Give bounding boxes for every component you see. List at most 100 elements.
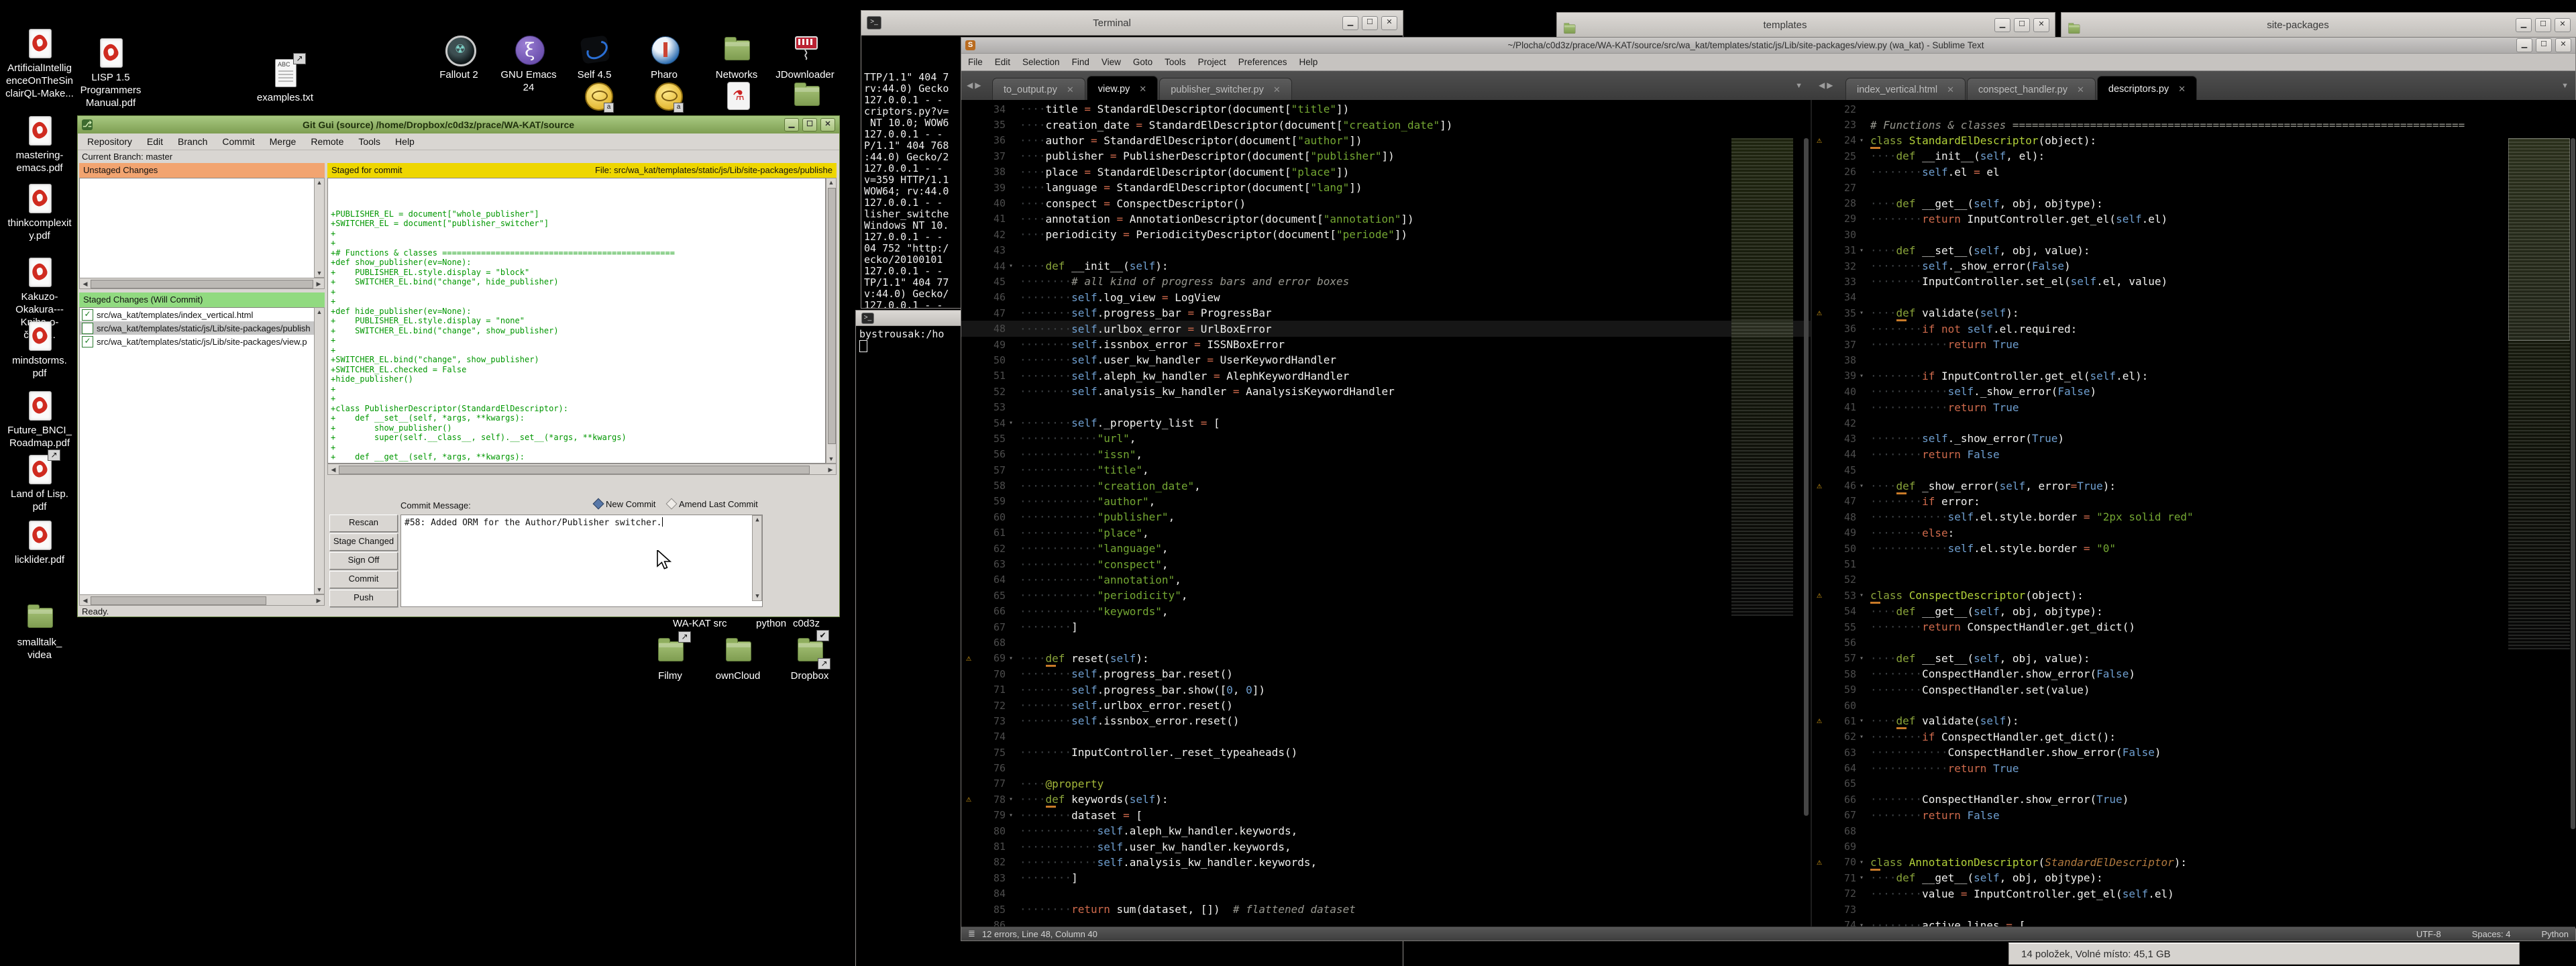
editor-tab[interactable]: to_output.py ✕ [992, 78, 1085, 101]
unstaged-hscrollbar[interactable]: ◀▶ [79, 278, 325, 289]
fold-arrow-icon[interactable]: ▾ [1860, 482, 1870, 490]
fold-arrow-icon[interactable]: ▾ [1860, 592, 1870, 599]
maximize-button[interactable]: ☐ [2535, 18, 2551, 32]
menu-item[interactable]: Goto [1133, 57, 1152, 67]
close-button[interactable]: ✕ [2033, 18, 2049, 32]
fold-arrow-icon[interactable]: ▾ [1860, 137, 1870, 144]
status-encoding[interactable]: UTF-8 [2416, 929, 2441, 939]
menu-item[interactable]: Remote [311, 136, 343, 147]
vertical-scrollbar[interactable] [1804, 138, 1809, 816]
desktop-icon[interactable]: Future_BNCI_ Roadmap.pdf [5, 390, 74, 449]
maximize-button[interactable]: ☐ [802, 118, 817, 131]
staged-file-row[interactable]: ✓ src/wa_kat/templates/static/js/Lib/sit… [80, 335, 315, 348]
staged-file-row[interactable]: src/wa_kat/templates/static/js/Lib/site-… [80, 321, 315, 335]
desktop-icon[interactable]: ArtificialIntellig enceOnTheSin clairQL-… [5, 28, 74, 100]
close-button[interactable]: ✕ [2555, 18, 2571, 32]
minimap[interactable] [2508, 138, 2570, 649]
file-status-icon[interactable] [82, 323, 93, 334]
diff-view[interactable]: +PUBLISHER_EL = document["whole_publishe… [327, 178, 826, 464]
close-button[interactable]: ✕ [1381, 16, 1397, 30]
git-gui-titlebar[interactable]: ⎇ Git Gui (source) /home/Dropbox/c0d3z/p… [78, 116, 839, 133]
desktop-icon[interactable]: Fallout 2 [424, 35, 494, 81]
menu-item[interactable]: Selection [1022, 57, 1060, 67]
fold-arrow-icon[interactable]: ▾ [1860, 372, 1870, 380]
desktop-icon[interactable]: Filmy [635, 636, 705, 682]
desktop-icon[interactable]: Pharo [629, 35, 699, 81]
editor-pane-right[interactable]: 22 23 # Functions & classes ============… [1812, 100, 2576, 928]
menu-item[interactable]: View [1102, 57, 1121, 67]
minimize-button[interactable]: ▁ [784, 118, 799, 131]
minimap-viewport[interactable] [2508, 138, 2570, 341]
desktop-icon[interactable]: ownCloud [703, 636, 773, 682]
menu-item[interactable]: Tools [1165, 57, 1186, 67]
fold-arrow-icon[interactable]: ▾ [1009, 419, 1020, 427]
desktop-icon[interactable]: Self 4.5 [559, 35, 629, 81]
templates-titlebar[interactable]: templates ▁ ☐ ✕ [1557, 13, 2055, 38]
desktop-icon[interactable]: LISP 1.5 Programmers Manual.pdf [76, 38, 146, 109]
sitepackages-titlebar[interactable]: site-packages ▁ ☐ ✕ [2061, 13, 2576, 38]
minimize-button[interactable]: ▁ [1342, 16, 1358, 30]
desktop-icon[interactable]: examples.txt [250, 58, 320, 104]
staged-file-row[interactable]: ✓ src/wa_kat/templates/index_vertical.ht… [80, 308, 315, 321]
menu-item[interactable]: Edit [147, 136, 163, 147]
minimap[interactable] [1731, 138, 1793, 616]
file-status-icon[interactable]: ✓ [82, 336, 93, 347]
fold-arrow-icon[interactable]: ▾ [1860, 717, 1870, 724]
tab-close-icon[interactable]: ✕ [1139, 84, 1146, 95]
git-action-button[interactable]: Commit [329, 571, 398, 588]
desktop-icon[interactable] [771, 80, 841, 114]
git-action-button[interactable]: Rescan [329, 515, 398, 532]
desktop-icon[interactable]: mastering- emacs.pdf [5, 115, 74, 174]
amend-commit-radio[interactable]: Amend Last Commit [667, 499, 758, 509]
tab-overflow-icon[interactable]: ▼ [1795, 82, 1803, 90]
tab-close-icon[interactable]: ✕ [2077, 85, 2084, 95]
desktop-icon[interactable]: JDownloader [770, 35, 840, 81]
sublime-titlebar[interactable]: S ~/Plocha/c0d3z/prace/WA-KAT/source/src… [961, 38, 2575, 54]
git-action-button[interactable]: Stage Changed [329, 533, 398, 551]
tab-close-icon[interactable]: ✕ [1273, 85, 1281, 95]
editor-tab[interactable]: descriptors.py ✕ [2097, 76, 2197, 101]
staged-vscrollbar[interactable]: ▲▼ [314, 307, 325, 594]
menu-item[interactable]: Edit [995, 57, 1010, 67]
desktop-icon[interactable]: smalltalk_ videa [5, 602, 74, 661]
tab-overflow-icon[interactable]: ▼ [2561, 82, 2569, 90]
fold-arrow-icon[interactable]: ▾ [1860, 733, 1870, 741]
terminal-titlebar[interactable]: >_ Terminal ▁ ☐ ✕ [861, 11, 1403, 36]
editor-tab[interactable]: conspect_handler.py ✕ [1967, 78, 2096, 101]
fold-arrow-icon[interactable]: ▾ [1860, 655, 1870, 662]
fold-arrow-icon[interactable]: ▾ [1009, 655, 1020, 662]
editor-tab[interactable]: view.py ✕ [1087, 76, 1158, 101]
fold-arrow-icon[interactable]: ▾ [1860, 247, 1870, 254]
commit-message-input[interactable]: #58: Added ORM for the Author/Publisher … [400, 515, 763, 607]
menu-item[interactable]: Preferences [1238, 57, 1287, 67]
desktop-icon[interactable]: Dropbox [775, 636, 845, 682]
editor-pane-left[interactable]: 34 ····title = StandardElDescriptor(docu… [961, 100, 1812, 928]
desktop-icon[interactable]: mindstorms. pdf [5, 321, 74, 380]
close-button[interactable]: ✕ [820, 118, 835, 131]
status-indentation[interactable]: Spaces: 4 [2472, 929, 2511, 939]
menu-item[interactable]: Branch [178, 136, 207, 147]
staged-list[interactable]: ✓ src/wa_kat/templates/index_vertical.ht… [79, 307, 315, 596]
minimize-button[interactable]: ▁ [2516, 38, 2532, 52]
menu-item[interactable]: Merge [270, 136, 297, 147]
menu-item[interactable]: Find [1072, 57, 1089, 67]
file-status-icon[interactable]: ✓ [82, 309, 93, 321]
git-action-button[interactable]: Push [329, 590, 398, 607]
desktop-icon[interactable]: GNU Emacs 24 [494, 35, 564, 94]
desktop-icon[interactable]: thinkcomplexit y.pdf [5, 183, 74, 242]
diff-hscrollbar[interactable]: ◀▶ [327, 464, 837, 475]
fold-arrow-icon[interactable]: ▾ [1009, 262, 1020, 270]
menu-item[interactable]: Commit [222, 136, 254, 147]
desktop-icon[interactable]: Land of Lisp. pdf [5, 454, 74, 513]
maximize-button[interactable]: ☐ [1362, 16, 1378, 30]
editor-tab[interactable]: publisher_switcher.py ✕ [1159, 78, 1292, 101]
tab-scroll-arrows[interactable]: ◀▶ [967, 80, 983, 90]
commit-vscrollbar[interactable]: ▲▼ [752, 515, 762, 601]
menu-item[interactable]: Help [1299, 57, 1318, 67]
staged-hscrollbar[interactable]: ◀▶ [79, 594, 325, 606]
menu-item[interactable]: Project [1198, 57, 1226, 67]
tab-close-icon[interactable]: ✕ [1947, 85, 1954, 95]
unstaged-list[interactable] [79, 178, 315, 279]
fold-arrow-icon[interactable]: ▾ [1860, 874, 1870, 881]
menu-item[interactable]: Repository [87, 136, 132, 147]
